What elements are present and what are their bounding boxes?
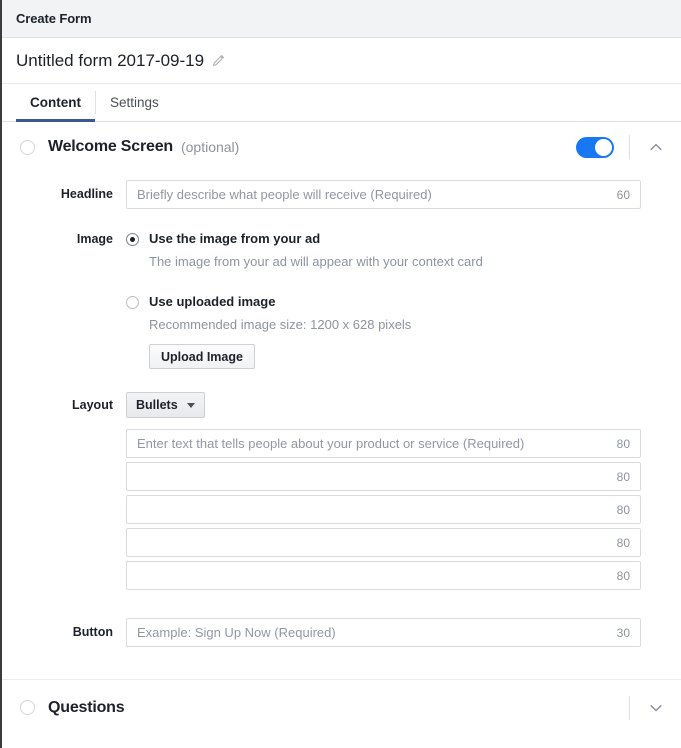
chevron-up-icon[interactable]: [645, 136, 667, 158]
button-field-wrap: Example: Sign Up Now (Required) 30: [126, 618, 641, 647]
headline-row: Headline Briefly describe what people wi…: [2, 180, 681, 209]
button-placeholder: Example: Sign Up Now (Required): [137, 625, 336, 640]
image-option-from-ad-subtitle: The image from your ad will appear with …: [149, 254, 483, 269]
bullet-input-5[interactable]: 80: [126, 561, 641, 590]
headline-counter: 60: [616, 187, 630, 202]
chevron-down-icon: [186, 402, 195, 408]
bullet-counter-2: 80: [616, 469, 630, 484]
layout-dropdown[interactable]: Bullets: [126, 392, 205, 418]
image-options-wrap: Use the image from your ad The image fro…: [126, 231, 641, 369]
image-option-from-ad[interactable]: Use the image from your ad The image fro…: [126, 231, 641, 270]
layout-field-wrap: Bullets Enter text that tells people abo…: [126, 392, 641, 594]
welcome-screen-toggle[interactable]: [576, 136, 614, 158]
tab-settings-label: Settings: [110, 95, 159, 110]
welcome-screen-header[interactable]: Welcome Screen (optional): [2, 122, 681, 172]
welcome-screen-title: Welcome Screen: [48, 138, 173, 155]
bullet-input-1[interactable]: Enter text that tells people about your …: [126, 429, 641, 458]
bullet-counter-5: 80: [616, 568, 630, 583]
headline-placeholder: Briefly describe what people will receiv…: [137, 187, 432, 202]
button-label: Button: [72, 625, 113, 639]
image-option-from-ad-title: Use the image from your ad: [149, 231, 321, 246]
bullet-placeholder-1: Enter text that tells people about your …: [137, 436, 525, 451]
welcome-screen-status-circle: [20, 139, 35, 155]
chevron-down-icon[interactable]: [645, 697, 667, 719]
button-counter: 30: [616, 625, 630, 640]
image-option-uploaded-title: Use uploaded image: [149, 294, 276, 309]
bullet-counter-3: 80: [616, 502, 630, 517]
image-option-from-ad-text: Use the image from your ad The image fro…: [149, 231, 483, 270]
bullet-counter-1: 80: [616, 436, 630, 451]
bullet-list: Enter text that tells people about your …: [126, 429, 641, 590]
toggle-knob: [595, 138, 612, 156]
layout-dropdown-value: Bullets: [136, 398, 178, 412]
button-row: Button Example: Sign Up Now (Required) 3…: [2, 618, 681, 647]
form-name-row: Untitled form 2017-09-19: [2, 38, 681, 84]
image-label: Image: [76, 232, 113, 246]
headline-label: Headline: [60, 187, 113, 201]
radio-uploaded[interactable]: [126, 296, 139, 309]
layout-row: Layout Bullets Enter text that tells peo…: [2, 392, 681, 594]
window-title: Create Form: [16, 11, 92, 26]
radio-from-ad[interactable]: [126, 233, 139, 246]
pencil-icon[interactable]: [211, 54, 225, 68]
image-option-uploaded[interactable]: Use uploaded image Recommended image siz…: [126, 294, 641, 369]
window-titlebar: Create Form: [2, 0, 681, 38]
upload-image-button[interactable]: Upload Image: [149, 344, 255, 369]
create-form-window: Create Form Untitled form 2017-09-19 Con…: [0, 0, 681, 748]
headline-field-wrap: Briefly describe what people will receiv…: [126, 180, 641, 209]
headline-input[interactable]: Briefly describe what people will receiv…: [126, 180, 641, 209]
questions-title: Questions: [48, 698, 125, 716]
image-option-uploaded-text: Use uploaded image Recommended image siz…: [149, 294, 411, 369]
header-divider: [629, 135, 630, 159]
tab-content-label: Content: [30, 95, 81, 110]
tab-content[interactable]: Content: [16, 84, 95, 122]
questions-header[interactable]: Questions: [2, 679, 681, 735]
tab-settings[interactable]: Settings: [96, 84, 173, 121]
welcome-screen-optional-label: (optional): [180, 139, 240, 155]
image-option-uploaded-subtitle: Recommended image size: 1200 x 628 pixel…: [149, 317, 412, 332]
bullet-input-4[interactable]: 80: [126, 528, 641, 557]
tab-bar: Content Settings: [2, 84, 681, 122]
form-name-text: Untitled form 2017-09-19: [16, 50, 205, 70]
button-input[interactable]: Example: Sign Up Now (Required) 30: [126, 618, 641, 647]
bullet-input-2[interactable]: 80: [126, 462, 641, 491]
layout-label: Layout: [72, 398, 113, 412]
bullet-input-3[interactable]: 80: [126, 495, 641, 524]
questions-status-circle: [20, 700, 35, 715]
header-divider: [629, 695, 630, 720]
image-row: Image Use the image from your ad The ima…: [2, 231, 681, 369]
bullet-counter-4: 80: [616, 535, 630, 550]
